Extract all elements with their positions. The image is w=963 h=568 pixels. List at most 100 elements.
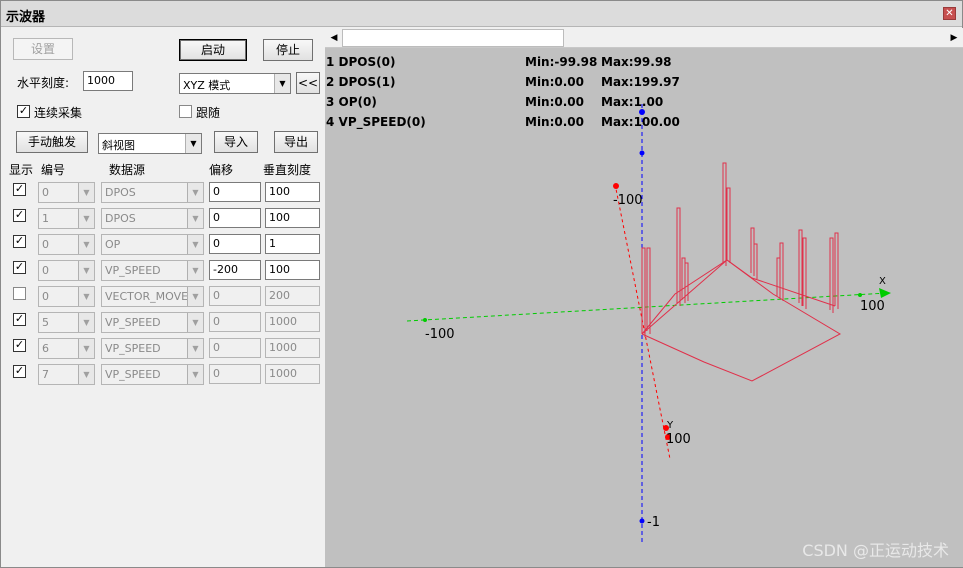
- channel-source-select[interactable]: VECTOR_MOVED ▼: [101, 286, 204, 307]
- chevron-down-icon: ▼: [187, 365, 203, 384]
- watermark: CSDN @正运动技术: [802, 541, 949, 560]
- y-axis-name: Y: [666, 420, 674, 431]
- continuous-checkbox[interactable]: ✓: [17, 105, 30, 118]
- close-button[interactable]: ✕: [943, 7, 956, 20]
- channel-offset-input[interactable]: 0: [209, 234, 261, 254]
- channel-scale-input[interactable]: 100: [265, 182, 320, 202]
- channel-show-checkbox[interactable]: ✓: [13, 235, 26, 248]
- follow-checkbox[interactable]: [179, 105, 192, 118]
- manual-trigger-button[interactable]: 手动触发: [16, 131, 88, 153]
- plot-area[interactable]: ◀ ▶ 1 DPOS(0) Min:-99.98 Max:99.98 2 DPOS(1…: [325, 28, 963, 567]
- x-axis-arrow: [879, 288, 891, 298]
- channel-show-checkbox[interactable]: [13, 287, 26, 300]
- channel-scale-input[interactable]: 100: [265, 260, 320, 280]
- scroll-left-icon[interactable]: ◀: [326, 29, 342, 47]
- channel-id-select[interactable]: 1 ▼: [38, 208, 95, 229]
- channel-offset-input[interactable]: 0: [209, 208, 261, 228]
- trace-spike: [641, 247, 646, 337]
- channel-source-select[interactable]: VP_SPEED ▼: [101, 260, 204, 281]
- channel-show-checkbox[interactable]: ✓: [13, 261, 26, 274]
- channel-source-select[interactable]: VP_SPEED ▼: [101, 338, 204, 359]
- channel-source-select[interactable]: OP ▼: [101, 234, 204, 255]
- channel-scale-input[interactable]: 1000: [265, 338, 320, 358]
- channel-id-value: 0: [42, 290, 49, 303]
- view-select[interactable]: 斜视图 ▼: [98, 133, 202, 154]
- header-id: 编号: [41, 163, 66, 177]
- title-bar: 示波器 ✕: [1, 1, 962, 27]
- trace-bottom-ring: [641, 259, 842, 382]
- channel-offset-input[interactable]: 0: [209, 182, 261, 202]
- z-axis-pos-marker: [639, 150, 645, 156]
- channel-scale-input[interactable]: 100: [265, 208, 320, 228]
- chevron-down-icon: ▼: [185, 134, 201, 153]
- import-button[interactable]: 导入: [214, 131, 258, 153]
- channel-offset-input[interactable]: 0: [209, 312, 261, 332]
- channel-id-select[interactable]: 0 ▼: [38, 234, 95, 255]
- trace-spike: [753, 243, 758, 279]
- channel-show-checkbox[interactable]: ✓: [13, 183, 26, 196]
- channel-id-value: 0: [42, 186, 49, 199]
- channel-source-select[interactable]: VP_SPEED ▼: [101, 364, 204, 385]
- channel-id-select[interactable]: 7 ▼: [38, 364, 95, 385]
- hscale-label: 水平刻度:: [17, 76, 70, 90]
- channel-offset-input[interactable]: -200: [209, 260, 261, 280]
- channel-source-select[interactable]: DPOS ▼: [101, 182, 204, 203]
- channel-source-value: VECTOR_MOVED: [105, 290, 197, 303]
- chevron-down-icon: ▼: [78, 235, 94, 254]
- channel-show-checkbox[interactable]: ✓: [13, 339, 26, 352]
- chevron-down-icon: ▼: [187, 183, 203, 202]
- channel-show-checkbox[interactable]: ✓: [13, 313, 26, 326]
- channel-offset-input[interactable]: 0: [209, 338, 261, 358]
- channel-scale-input[interactable]: 1000: [265, 364, 320, 384]
- channel-offset-input[interactable]: 0: [209, 286, 261, 306]
- mode-select-value: XYZ 模式: [183, 79, 231, 92]
- channel-id-value: 5: [42, 316, 49, 329]
- x-axis-pos-label: 100: [860, 299, 885, 314]
- channel-scale-input[interactable]: 1000: [265, 312, 320, 332]
- chevron-down-icon: ▼: [274, 74, 290, 93]
- window-title: 示波器: [6, 10, 46, 25]
- channel-source-value: OP: [105, 238, 121, 251]
- start-button[interactable]: 启动: [179, 39, 247, 61]
- collapse-button[interactable]: <<: [296, 72, 320, 94]
- x-axis-pos-marker: [858, 293, 862, 297]
- stop-button[interactable]: 停止: [263, 39, 313, 61]
- scroll-right-icon[interactable]: ▶: [946, 29, 962, 47]
- chevron-down-icon: ▼: [78, 313, 94, 332]
- channel-scale-input[interactable]: 1: [265, 234, 320, 254]
- trace-spike: [646, 247, 651, 334]
- channel-id-value: 0: [42, 264, 49, 277]
- channel-show-checkbox[interactable]: ✓: [13, 365, 26, 378]
- y-axis-neg-marker: [613, 183, 619, 189]
- chevron-down-icon: ▼: [187, 313, 203, 332]
- channel-id-select[interactable]: 0 ▼: [38, 260, 95, 281]
- y-axis-pos-label: 100: [666, 432, 691, 447]
- channel-offset-input[interactable]: 0: [209, 364, 261, 384]
- scroll-thumb[interactable]: [342, 29, 564, 47]
- channel-id-select[interactable]: 5 ▼: [38, 312, 95, 333]
- header-scale: 垂直刻度: [263, 163, 312, 177]
- chevron-down-icon: ▼: [187, 235, 203, 254]
- z-axis-neg-label: -1: [647, 515, 660, 530]
- channel-show-checkbox[interactable]: ✓: [13, 209, 26, 222]
- channel-id-select[interactable]: 0 ▼: [38, 286, 95, 307]
- settings-button[interactable]: 设置: [13, 38, 73, 60]
- mode-select[interactable]: XYZ 模式 ▼: [179, 73, 291, 94]
- channel-scale-input[interactable]: 200: [265, 286, 320, 306]
- trace-spike: [779, 242, 784, 301]
- y-axis-neg-label: -100: [613, 193, 643, 208]
- channel-source-select[interactable]: VP_SPEED ▼: [101, 312, 204, 333]
- channel-id-select[interactable]: 0 ▼: [38, 182, 95, 203]
- hscale-input[interactable]: 1000: [83, 71, 133, 91]
- export-button[interactable]: 导出: [274, 131, 318, 153]
- z-axis-neg-marker: [639, 518, 645, 524]
- chevron-down-icon: ▼: [78, 183, 94, 202]
- trace-spike: [834, 232, 839, 309]
- channel-id-select[interactable]: 6 ▼: [38, 338, 95, 359]
- channel-source-value: DPOS: [105, 186, 136, 199]
- chevron-down-icon: ▼: [187, 287, 203, 306]
- control-panel: 设置 启动 停止 水平刻度: 1000 XYZ 模式 ▼ << ✓ 连续采集 跟…: [1, 28, 324, 567]
- channel-source-select[interactable]: DPOS ▼: [101, 208, 204, 229]
- trace-spike: [829, 237, 834, 313]
- horizontal-scrollbar[interactable]: ◀ ▶: [325, 28, 963, 48]
